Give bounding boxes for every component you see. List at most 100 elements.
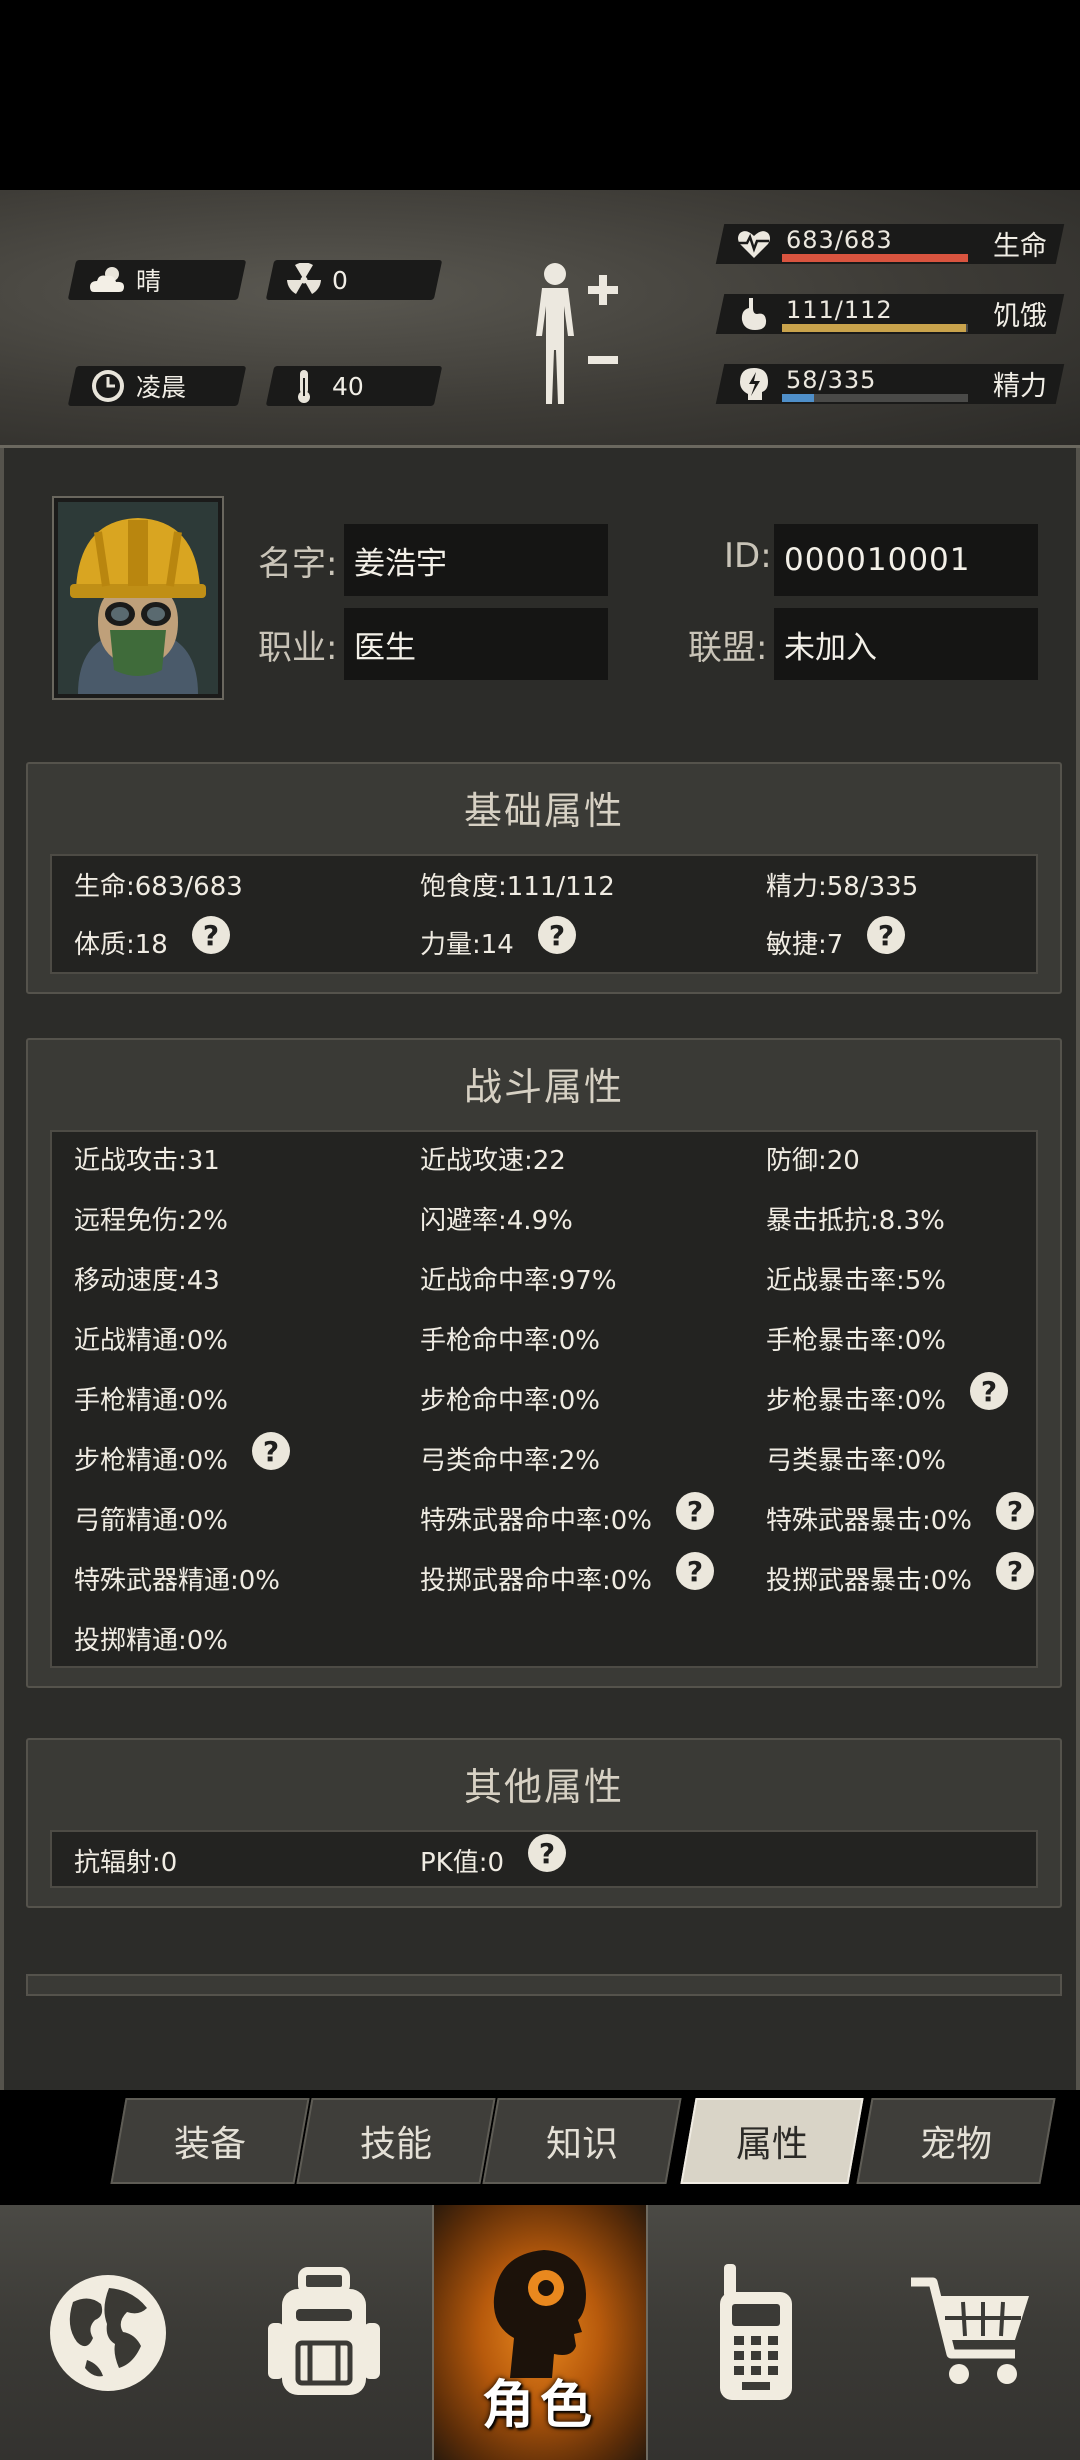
radiation-value: 0	[332, 265, 348, 295]
tab-label: 属性	[735, 2124, 808, 2165]
id-label: ID:	[724, 536, 772, 576]
combat-attribute: 近战攻速:22	[420, 1146, 566, 1176]
tab-2[interactable]: 知识	[482, 2098, 682, 2184]
energy-value: 58/335	[786, 366, 877, 394]
body-figure-icon	[536, 263, 618, 404]
tab-label: 装备	[173, 2124, 246, 2165]
combat-attribute: 近战命中率:97%	[420, 1266, 617, 1296]
help-icon[interactable]: ?	[996, 1492, 1034, 1530]
avatar[interactable]	[54, 498, 222, 698]
help-icon[interactable]: ?	[676, 1552, 714, 1590]
combat-attribute: 步枪暴击率:0%	[766, 1386, 947, 1416]
combat-attribute: 弓类暴击率:0%	[766, 1446, 947, 1476]
basic-attributes-list: 生命:683/683 饱食度:111/112 精力:58/335 体质:18? 力量:1…	[50, 854, 1038, 974]
hunger-label: 饥饿	[993, 301, 1047, 332]
basic-attribute: 敏捷:7	[766, 930, 844, 960]
combat-attribute: 防御:20	[766, 1146, 860, 1176]
help-icon[interactable]: ?	[528, 1834, 566, 1872]
other-attributes-list: 抗辐射:0 PK值:0?	[50, 1830, 1038, 1888]
combat-attribute: 远程免伤:2%	[74, 1206, 229, 1236]
heart-rate-icon	[734, 224, 774, 264]
health-stat: 683/683 生命	[715, 220, 1065, 268]
combat-attribute: 手枪命中率:0%	[420, 1326, 601, 1356]
nav-backpack-button[interactable]	[216, 2205, 432, 2460]
other-attribute: 抗辐射:0	[74, 1848, 178, 1878]
combat-attribute: 特殊武器精通:0%	[74, 1566, 281, 1596]
combat-attributes-list: 近战攻击:31 近战攻速:22 防御:20 远程免伤:2% 闪避率:4.9% 暴击抵抗:8…	[50, 1130, 1038, 1668]
tab-label: 技能	[359, 2124, 432, 2165]
help-icon[interactable]: ?	[676, 1492, 714, 1530]
basic-attributes-section: 基础属性 生命:683/683 饱食度:111/112 精力:58/335 体质:18…	[26, 762, 1062, 994]
help-icon[interactable]: ?	[252, 1432, 290, 1470]
hunger-value: 111/112	[786, 296, 893, 324]
nav-radio-button[interactable]	[648, 2205, 864, 2460]
help-icon[interactable]: ?	[970, 1372, 1008, 1410]
combat-attribute: 投掷精通:0%	[74, 1626, 229, 1656]
character-panel: 名字: 姜浩宇 职业: 医生 ID: 000010001 联盟: 未加入 基础属…	[0, 448, 1080, 2090]
combat-attribute: 投掷武器命中率:0%	[420, 1566, 653, 1596]
tab-1[interactable]: 技能	[296, 2098, 496, 2184]
weather-label: 晴	[136, 267, 162, 296]
section-divider	[26, 1974, 1062, 1996]
combat-attribute: 弓箭精通:0%	[74, 1506, 229, 1536]
backpack-icon	[268, 2266, 380, 2395]
brain-bolt-icon	[734, 364, 774, 404]
other-attribute: PK值:0	[420, 1848, 505, 1878]
combat-attribute: 特殊武器命中率:0%	[420, 1506, 653, 1536]
help-icon[interactable]: ?	[996, 1552, 1034, 1590]
combat-attribute: 近战攻击:31	[74, 1146, 220, 1176]
combat-attribute: 近战暴击率:5%	[766, 1266, 947, 1296]
nav-shop-button[interactable]	[864, 2205, 1080, 2460]
combat-attribute: 投掷武器暴击:0%	[766, 1566, 973, 1596]
tab-0[interactable]: 装备	[110, 2098, 310, 2184]
id-field: 000010001	[774, 524, 1038, 596]
health-value: 683/683	[786, 226, 893, 254]
combat-attributes-title: 战斗属性	[463, 1065, 624, 1109]
globe-icon	[50, 2274, 166, 2391]
other-attributes-section: 其他属性 抗辐射:0 PK值:0?	[26, 1738, 1062, 1908]
combat-attribute: 步枪命中率:0%	[420, 1386, 601, 1416]
cloud-icon	[86, 260, 130, 300]
walkie-talkie-icon	[720, 2263, 792, 2400]
combat-attributes-section: 战斗属性 近战攻击:31 近战攻速:22 防御:20 远程免伤:2% 闪避率:4.9% 暴…	[26, 1038, 1062, 1688]
time-label: 凌晨	[136, 373, 187, 402]
tab-4[interactable]: 宠物	[856, 2098, 1056, 2184]
hunger-stat: 111/112 饥饿	[715, 290, 1065, 338]
tab-label: 知识	[545, 2124, 618, 2165]
nav-character-button[interactable]: 角色	[432, 2205, 648, 2460]
alliance-field: 未加入	[774, 608, 1038, 680]
alliance-label: 联盟:	[688, 628, 768, 668]
name-label: 名字:	[258, 544, 338, 584]
health-bar	[782, 254, 968, 262]
energy-bar	[782, 394, 968, 402]
bottom-navigation: 角色	[0, 2205, 1080, 2460]
combat-attribute: 弓类命中率:2%	[420, 1446, 601, 1476]
tab-label: 宠物	[919, 2124, 992, 2165]
radiation-icon	[282, 260, 326, 300]
clock-icon	[86, 366, 130, 406]
basic-attribute: 饱食度:111/112	[420, 872, 615, 902]
job-field: 医生	[344, 608, 608, 680]
combat-attribute: 特殊武器暴击:0%	[766, 1506, 973, 1536]
body-status-button[interactable]	[520, 254, 630, 414]
combat-attribute: 手枪暴击率:0%	[766, 1326, 947, 1356]
combat-attribute: 步枪精通:0%	[74, 1446, 229, 1476]
combat-attribute: 手枪精通:0%	[74, 1386, 229, 1416]
cart-icon	[911, 2277, 1029, 2384]
job-label: 职业:	[258, 628, 338, 668]
thermometer-icon	[282, 366, 326, 406]
tab-3[interactable]: 属性	[680, 2098, 864, 2184]
help-icon[interactable]: ?	[867, 916, 905, 954]
help-icon[interactable]: ?	[192, 916, 230, 954]
status-bar: 晴 0 凌晨 40 683/683 生命 111/112 饥饿 58/335 精…	[0, 190, 1080, 448]
name-field: 姜浩宇	[344, 524, 608, 596]
nav-world-button[interactable]	[0, 2205, 216, 2460]
health-label: 生命	[993, 231, 1047, 262]
basic-attribute: 力量:14	[420, 930, 514, 960]
help-icon[interactable]: ?	[538, 916, 576, 954]
combat-attribute: 闪避率:4.9%	[420, 1206, 573, 1236]
energy-label: 精力	[993, 371, 1047, 402]
basic-attribute: 体质:18	[74, 930, 168, 960]
basic-attribute: 生命:683/683	[74, 872, 243, 902]
combat-attribute: 暴击抵抗:8.3%	[766, 1206, 945, 1236]
